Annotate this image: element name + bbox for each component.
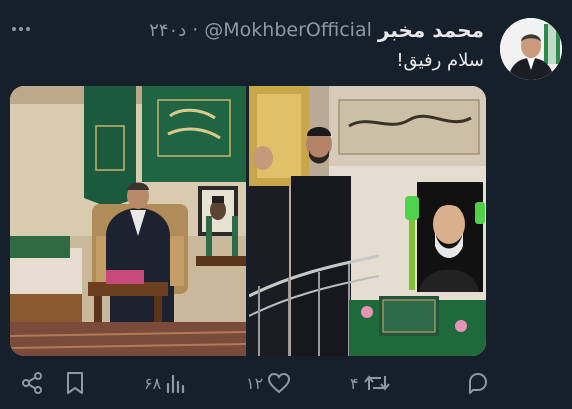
bookmark-button[interactable] xyxy=(64,365,86,401)
author-name[interactable]: محمد مخبر xyxy=(378,18,484,42)
reply-icon xyxy=(469,373,487,394)
tweet-header: ۲۴۰د · @MokhberOfficial محمد مخبر xyxy=(149,18,484,42)
like-button[interactable]: ۱۲ xyxy=(246,365,291,401)
views-icon xyxy=(167,374,185,394)
header-separator: · xyxy=(192,19,199,41)
reply-button[interactable] xyxy=(462,365,490,401)
tweet-time[interactable]: ۲۴۰د xyxy=(149,20,186,41)
retweets-count: ۴ xyxy=(350,373,359,393)
share-icon xyxy=(22,372,42,394)
tweet-text: سلام رفیق! xyxy=(396,50,484,71)
photo-meeting-room[interactable] xyxy=(10,86,246,356)
heart-icon xyxy=(268,372,291,394)
retweet-icon xyxy=(363,375,390,391)
share-button[interactable] xyxy=(20,365,44,401)
photo-meeting-room-image xyxy=(10,86,246,356)
author-handle[interactable]: @MokhberOfficial xyxy=(204,19,372,41)
photo-shrine[interactable] xyxy=(249,86,486,356)
views-stat[interactable]: ۶۸ xyxy=(144,365,187,401)
bookmark-icon xyxy=(67,372,83,394)
tweet-actions: ۶۸ ۱۲ ۴ xyxy=(0,365,572,401)
avatar[interactable] xyxy=(500,18,562,80)
retweet-button[interactable]: ۴ xyxy=(350,365,391,401)
photo-shrine-image xyxy=(249,86,486,356)
likes-count: ۱۲ xyxy=(246,373,264,393)
tweet-card[interactable]: ۲۴۰د · @MokhberOfficial محمد مخبر سلام ر… xyxy=(0,0,572,409)
more-icon xyxy=(12,27,30,31)
tweet-media[interactable] xyxy=(10,86,486,356)
more-button[interactable] xyxy=(10,18,32,40)
views-count: ۶۸ xyxy=(144,373,162,393)
avatar-image xyxy=(500,18,562,80)
